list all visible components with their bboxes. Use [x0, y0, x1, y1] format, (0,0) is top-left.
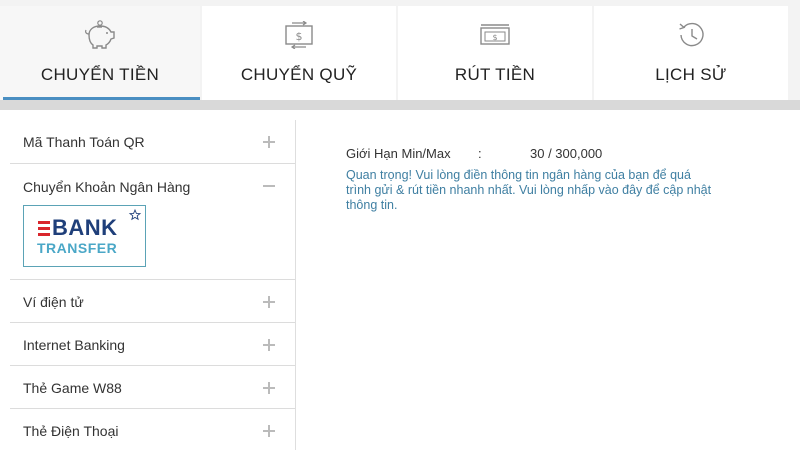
sidebar-item-internet-banking[interactable]: Internet Banking — [10, 323, 295, 366]
sidebar-item-label: Internet Banking — [23, 337, 125, 353]
sidebar-item-label: Thẻ Điện Thoại — [23, 423, 119, 439]
sidebar-item-label: Mã Thanh Toán QR — [23, 134, 145, 150]
expand-plus-icon[interactable] — [263, 296, 275, 308]
expand-plus-icon[interactable] — [263, 425, 275, 437]
limit-row: Giới Hạn Min/Max : 30 / 300,000 — [346, 146, 726, 164]
sidebar-item-e-wallet[interactable]: Ví điện tử — [10, 280, 295, 323]
piggy-bank-icon — [80, 18, 120, 52]
sidebar-item-label: Thẻ Game W88 — [23, 380, 122, 396]
bank-transfer-logo[interactable]: BANK TRANSFER — [23, 205, 146, 267]
sidebar-item-label: Ví điện tử — [23, 294, 84, 310]
sidebar-item-phone-card[interactable]: Thẻ Điện Thoại — [10, 409, 295, 450]
tab-rut-tien[interactable]: $ RÚT TIỀN — [398, 6, 592, 100]
tab-label: CHUYỂN QUỸ — [240, 65, 358, 84]
sidebar-item-game-card[interactable]: Thẻ Game W88 — [10, 366, 295, 409]
bank-info-notice[interactable]: Quan trọng! Vui lòng điền thông tin ngân… — [346, 168, 714, 213]
limit-separator: : — [478, 146, 482, 161]
limit-value: 30 / 300,000 — [530, 146, 603, 161]
payment-method-sidebar: Mã Thanh Toán QR Chuyển Khoản Ngân Hàng … — [0, 120, 296, 450]
logo-transfer-text: TRANSFER — [37, 240, 118, 256]
cash-withdraw-icon: $ — [475, 18, 515, 52]
tab-bar: CHUYỂN TIỀN $ CHUYỂN QUỸ $ RÚT TIỀN LỊCH… — [0, 6, 800, 100]
deposit-details: Giới Hạn Min/Max : 30 / 300,000 Quan trọ… — [346, 146, 726, 213]
collapse-minus-icon[interactable] — [263, 180, 275, 192]
svg-text:$: $ — [296, 30, 303, 43]
page: CHUYỂN TIỀN $ CHUYỂN QUỸ $ RÚT TIỀN LỊCH… — [0, 0, 800, 450]
logo-bank-text: BANK — [52, 215, 118, 240]
tab-content-divider — [0, 100, 800, 110]
tab-chuyen-quy[interactable]: $ CHUYỂN QUỸ — [202, 6, 396, 100]
money-transfer-icon: $ — [279, 18, 319, 52]
expand-plus-icon[interactable] — [263, 136, 275, 148]
expand-plus-icon[interactable] — [263, 339, 275, 351]
tab-label: RÚT TIỀN — [454, 65, 536, 84]
tab-lich-su[interactable]: LỊCH SỬ — [594, 6, 788, 100]
sidebar-item-bank-transfer[interactable]: Chuyển Khoản Ngân Hàng BANK TRANSFER — [10, 164, 295, 280]
limit-label: Giới Hạn Min/Max — [346, 146, 451, 161]
sidebar-item-qr-payment[interactable]: Mã Thanh Toán QR — [10, 120, 295, 164]
tab-label: LỊCH SỬ — [655, 65, 727, 84]
tab-chuyen-tien[interactable]: CHUYỂN TIỀN — [0, 6, 200, 100]
sidebar-item-label: Chuyển Khoản Ngân Hàng — [23, 179, 191, 195]
expand-plus-icon[interactable] — [263, 382, 275, 394]
tab-label: CHUYỂN TIỀN — [40, 65, 160, 84]
history-clock-icon — [671, 18, 711, 52]
svg-text:$: $ — [492, 33, 497, 42]
